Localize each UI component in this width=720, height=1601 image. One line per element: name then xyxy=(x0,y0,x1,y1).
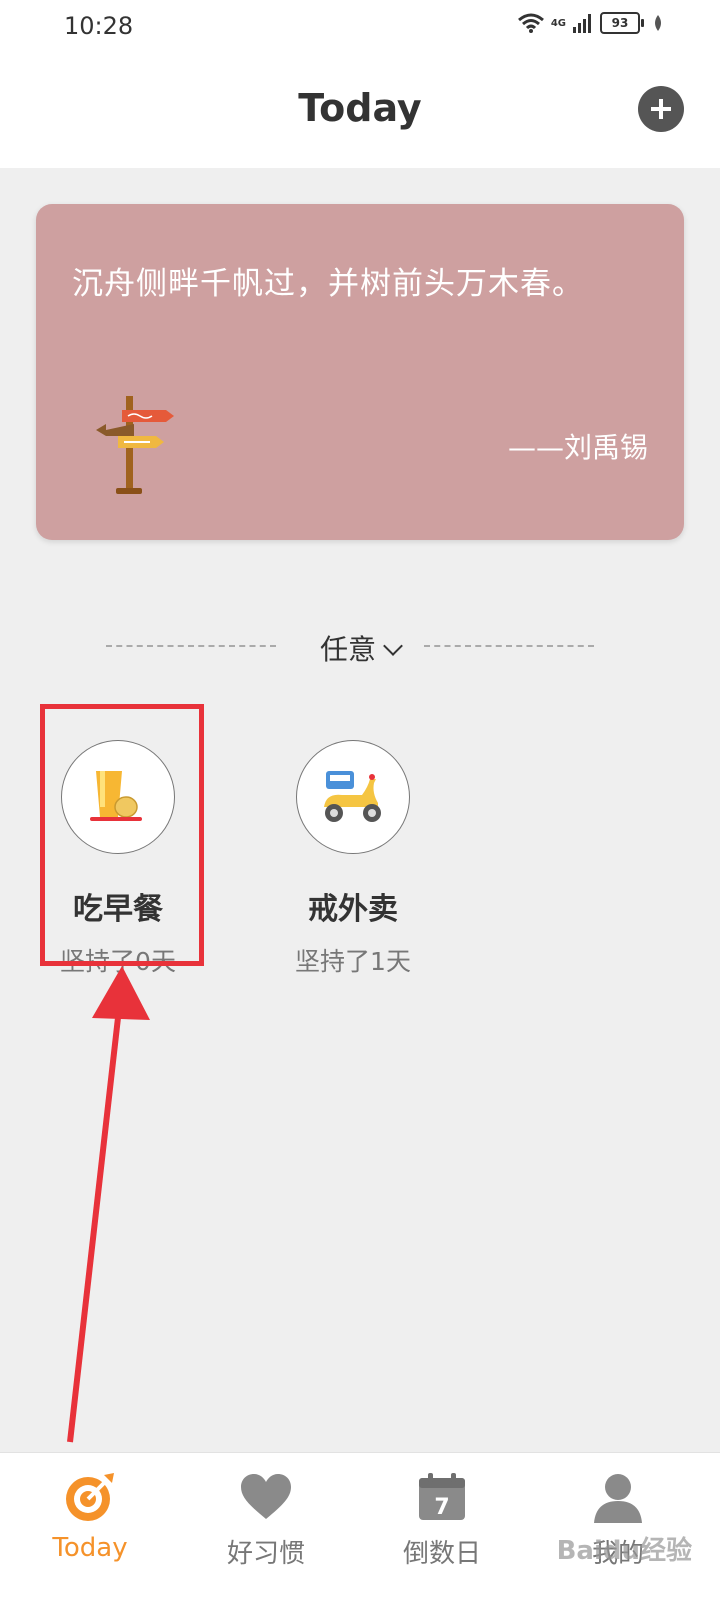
target-icon xyxy=(66,1473,114,1521)
tab-label: Today xyxy=(52,1533,128,1563)
tab-icon-wrapper: 7 xyxy=(352,1469,532,1525)
watermark: Baidu经验 xyxy=(556,1536,692,1566)
tab-countdown[interactable]: 7 倒数日 xyxy=(352,1469,532,1570)
tab-label: 好习惯 xyxy=(226,1539,305,1569)
tab-bar: Today 好习惯 7 倒数日 我的 xyxy=(0,1452,720,1601)
heart-icon xyxy=(241,1474,291,1519)
tab-label: 倒数日 xyxy=(402,1539,481,1569)
calendar-number: 7 xyxy=(434,1495,449,1520)
tab-good-habits[interactable]: 好习惯 xyxy=(176,1469,356,1570)
tab-icon-wrapper xyxy=(0,1469,180,1525)
user-icon xyxy=(594,1474,642,1523)
tab-today[interactable]: Today xyxy=(0,1469,180,1563)
tab-icon-wrapper xyxy=(176,1469,356,1525)
calendar-icon: 7 xyxy=(419,1473,465,1520)
annotation-arrow xyxy=(67,966,150,1443)
tab-icon-wrapper xyxy=(528,1469,708,1525)
